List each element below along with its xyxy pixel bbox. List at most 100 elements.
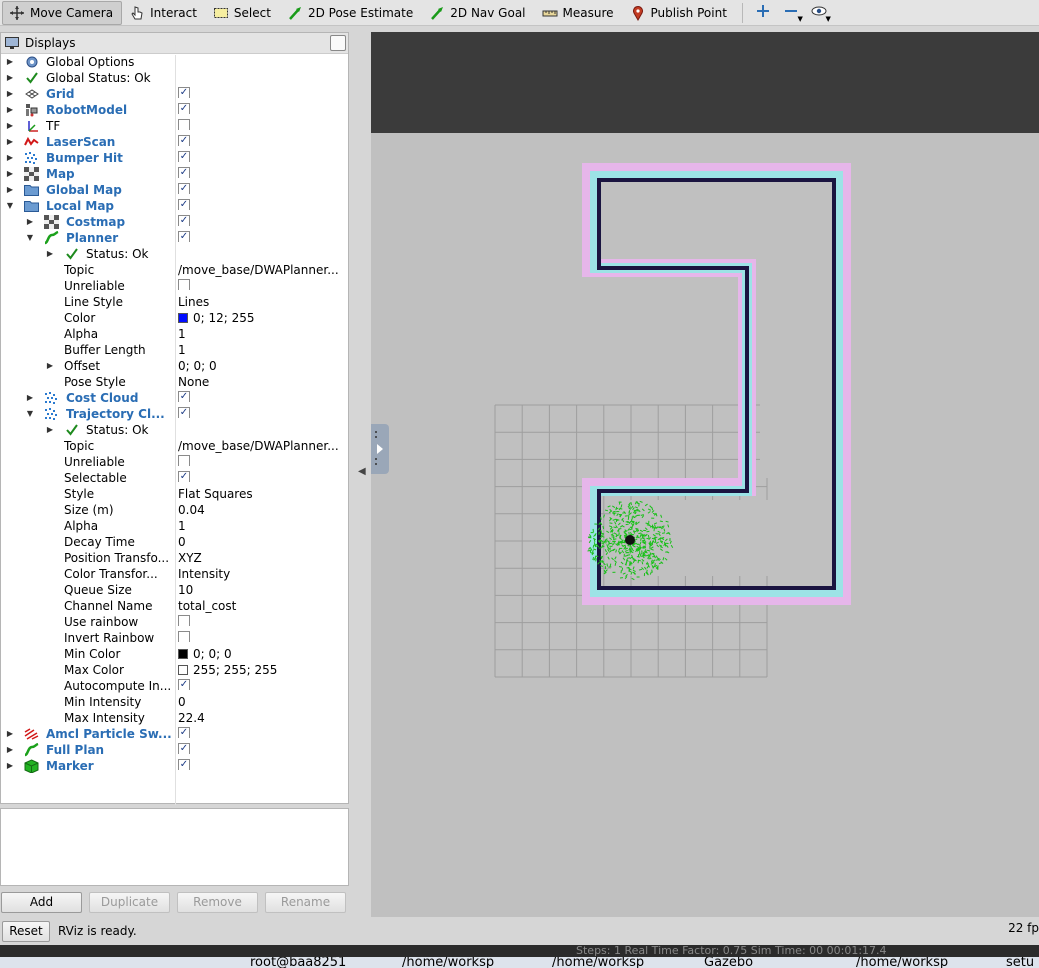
display-value[interactable]: 10 xyxy=(178,582,348,598)
display-value[interactable]: /move_base/DWAPlanner... xyxy=(178,262,348,278)
enable-checkbox[interactable]: ✓ xyxy=(178,727,190,738)
display-value[interactable]: 0 xyxy=(178,694,348,710)
expand-arrow-icon[interactable]: ▶ xyxy=(5,726,15,742)
side-panel-handle[interactable] xyxy=(371,424,389,474)
enable-checkbox[interactable]: ✓ xyxy=(178,679,190,690)
enable-checkbox[interactable]: ✓ xyxy=(178,199,190,210)
enable-checkbox[interactable]: ✓ xyxy=(178,103,190,114)
taskbar-item[interactable]: /home/worksp xyxy=(856,957,948,968)
display-value[interactable]: /move_base/DWAPlanner... xyxy=(178,438,348,454)
expand-arrow-icon[interactable]: ▶ xyxy=(45,358,55,374)
enable-checkbox[interactable] xyxy=(178,119,190,130)
display-value[interactable]: ✓ xyxy=(178,742,348,754)
enable-checkbox[interactable]: ✓ xyxy=(178,391,190,402)
display-value[interactable]: 0; 12; 255 xyxy=(178,310,348,326)
expand-arrow-icon[interactable]: ▶ xyxy=(5,102,15,118)
remove-tool-button[interactable]: ▼ xyxy=(777,1,805,25)
enable-checkbox[interactable] xyxy=(178,279,190,290)
collapse-panel-arrow[interactable]: ◀ xyxy=(358,466,366,477)
move-camera-tool[interactable]: Move Camera xyxy=(2,0,123,25)
display-value[interactable]: ✓ xyxy=(178,134,348,146)
remove-button[interactable]: Remove xyxy=(177,892,258,913)
display-value[interactable]: 0 xyxy=(178,534,348,550)
display-value[interactable] xyxy=(178,454,348,466)
display-value[interactable]: Flat Squares xyxy=(178,486,348,502)
collapse-arrow-icon[interactable]: ▼ xyxy=(25,406,35,422)
display-value[interactable]: 255; 255; 255 xyxy=(178,662,348,678)
display-value[interactable]: ✓ xyxy=(178,182,348,194)
display-value[interactable]: ✓ xyxy=(178,390,348,402)
display-value[interactable] xyxy=(178,118,348,130)
expand-arrow-icon[interactable]: ▶ xyxy=(25,214,35,230)
display-value[interactable]: ✓ xyxy=(178,166,348,178)
reset-button[interactable]: Reset xyxy=(2,921,50,942)
rename-button[interactable]: Rename xyxy=(265,892,346,913)
enable-checkbox[interactable] xyxy=(178,455,190,466)
display-value[interactable]: Intensity xyxy=(178,566,348,582)
expand-arrow-icon[interactable]: ▶ xyxy=(5,182,15,198)
display-value[interactable] xyxy=(178,278,348,290)
display-value[interactable]: 1 xyxy=(178,342,348,358)
select-tool[interactable]: Select xyxy=(206,1,280,25)
enable-checkbox[interactable]: ✓ xyxy=(178,135,190,146)
interact-tool[interactable]: Interact xyxy=(122,1,206,25)
expand-arrow-icon[interactable]: ▶ xyxy=(5,134,15,150)
expand-arrow-icon[interactable]: ▶ xyxy=(45,422,55,438)
collapse-arrow-icon[interactable]: ▼ xyxy=(25,230,35,246)
collapse-arrow-icon[interactable]: ▼ xyxy=(5,198,15,214)
enable-checkbox[interactable]: ✓ xyxy=(178,167,190,178)
taskbar-item[interactable]: setu xyxy=(1006,957,1034,968)
publish-point-tool[interactable]: Publish Point xyxy=(623,1,736,25)
display-value[interactable]: ✓ xyxy=(178,678,348,690)
display-value[interactable]: ✓ xyxy=(178,230,348,242)
display-value[interactable]: Lines xyxy=(178,294,348,310)
taskbar-item[interactable]: /home/worksp xyxy=(402,957,494,968)
expand-arrow-icon[interactable]: ▶ xyxy=(45,246,55,262)
expand-arrow-icon[interactable]: ▶ xyxy=(5,150,15,166)
display-value[interactable]: ✓ xyxy=(178,86,348,98)
expand-arrow-icon[interactable]: ▶ xyxy=(5,166,15,182)
expand-arrow-icon[interactable]: ▶ xyxy=(5,758,15,774)
2d-nav-goal-tool[interactable]: 2D Nav Goal xyxy=(422,1,534,25)
add-tool-button[interactable] xyxy=(749,1,777,25)
enable-checkbox[interactable]: ✓ xyxy=(178,407,190,418)
display-value[interactable]: ✓ xyxy=(178,150,348,162)
display-value[interactable]: ✓ xyxy=(178,102,348,114)
enable-checkbox[interactable]: ✓ xyxy=(178,151,190,162)
view-options-button[interactable]: ▼ xyxy=(805,1,833,25)
taskbar-item[interactable]: Gazebo xyxy=(704,957,753,968)
display-value[interactable]: 0; 0; 0 xyxy=(178,358,348,374)
display-value[interactable]: 1 xyxy=(178,518,348,534)
display-value[interactable]: ✓ xyxy=(178,198,348,210)
display-value[interactable]: ✓ xyxy=(178,726,348,738)
display-value[interactable]: XYZ xyxy=(178,550,348,566)
2d-pose-estimate-tool[interactable]: 2D Pose Estimate xyxy=(280,1,422,25)
render-viewport[interactable] xyxy=(371,32,1039,917)
expand-arrow-icon[interactable]: ▶ xyxy=(5,742,15,758)
enable-checkbox[interactable]: ✓ xyxy=(178,759,190,770)
enable-checkbox[interactable] xyxy=(178,615,190,626)
display-value[interactable]: 0; 0; 0 xyxy=(178,646,348,662)
display-value[interactable]: 22.4 xyxy=(178,710,348,726)
expand-arrow-icon[interactable]: ▶ xyxy=(5,54,15,70)
display-value[interactable] xyxy=(178,614,348,626)
expand-arrow-icon[interactable]: ▶ xyxy=(5,86,15,102)
duplicate-button[interactable]: Duplicate xyxy=(89,892,170,913)
display-value[interactable]: ✓ xyxy=(178,214,348,226)
expand-arrow-icon[interactable]: ▶ xyxy=(5,70,15,86)
display-value[interactable]: total_cost xyxy=(178,598,348,614)
column-divider[interactable] xyxy=(175,55,176,805)
expand-arrow-icon[interactable]: ▶ xyxy=(25,390,35,406)
enable-checkbox[interactable]: ✓ xyxy=(178,471,190,482)
expand-arrow-icon[interactable]: ▶ xyxy=(5,118,15,134)
display-value[interactable]: ✓ xyxy=(178,470,348,482)
display-value[interactable]: ✓ xyxy=(178,758,348,770)
enable-checkbox[interactable]: ✓ xyxy=(178,215,190,226)
taskbar-item[interactable]: /home/worksp xyxy=(552,957,644,968)
display-value[interactable] xyxy=(178,630,348,642)
enable-checkbox[interactable]: ✓ xyxy=(178,743,190,754)
enable-checkbox[interactable]: ✓ xyxy=(178,87,190,98)
enable-checkbox[interactable] xyxy=(178,631,190,642)
enable-checkbox[interactable]: ✓ xyxy=(178,183,190,194)
display-value[interactable]: 0.04 xyxy=(178,502,348,518)
